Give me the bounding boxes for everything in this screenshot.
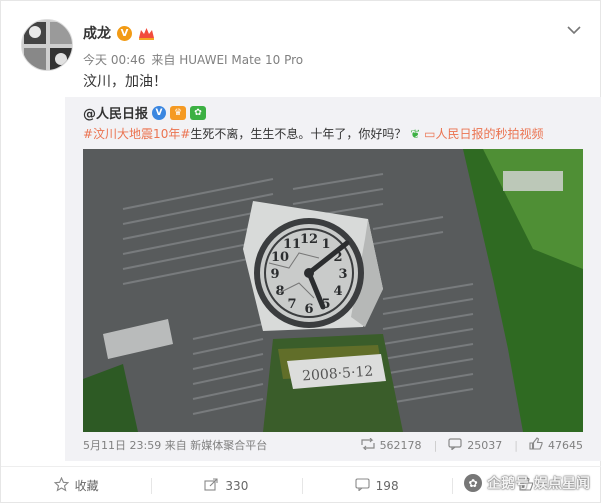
like-count-button[interactable]: | 47645 — [514, 437, 583, 453]
clock-numeral: 4 — [333, 284, 342, 299]
post-meta: 今天 00:46 来自 HUAWEI Mate 10 Pro — [83, 51, 303, 68]
clock-numeral: 7 — [287, 297, 296, 312]
repost-meta: 5月11日 23:59 来自 新媒体聚合平台 — [83, 437, 349, 453]
repost-body: 生死不离，生生不息。十年了，你好吗？ — [190, 127, 407, 141]
comment-icon — [448, 437, 462, 453]
ribbon-badge-icon: ✿ — [190, 105, 207, 120]
reposted-weibo: @人民日报 V ♛ ✿ #汶川大地震10年#生死不离，生生不息。十年了，你好吗？… — [65, 97, 601, 461]
member-badge-icon: ♛ — [170, 105, 187, 120]
repost-icon — [360, 437, 375, 453]
video-icon: ▭ — [424, 127, 436, 141]
favorite-button[interactable]: 收藏 — [1, 467, 151, 503]
divider: | — [514, 438, 518, 452]
clock-numeral: 1 — [321, 237, 330, 252]
comment-button[interactable]: 198 — [301, 467, 452, 503]
topic-link[interactable]: #汶川大地震10年# — [83, 127, 190, 141]
green-ribbon-icon: ❦ — [410, 127, 421, 141]
member-badge-icon[interactable] — [138, 26, 155, 41]
clock-numeral: 8 — [275, 284, 284, 299]
clock-numeral: 9 — [270, 267, 279, 282]
favorite-label: 收藏 — [74, 479, 99, 493]
post-source[interactable]: 来自 HUAWEI Mate 10 Pro — [151, 53, 303, 67]
thumbs-up-icon — [529, 437, 543, 453]
author-line: 成龙 V — [83, 23, 155, 43]
clock-numeral: 3 — [338, 267, 347, 282]
repost-count-button[interactable]: 562178 — [360, 437, 422, 453]
watermark: ✿ 企鹅号 娱点星闻 — [464, 473, 590, 493]
verified-blue-icon: V — [152, 105, 167, 120]
repost-text: #汶川大地震10年#生死不离，生生不息。十年了，你好吗？ ❦ ▭人民日报的秒拍视… — [83, 125, 543, 142]
comment-count: 25037 — [467, 438, 503, 452]
star-icon — [53, 476, 69, 495]
repost-count: 562178 — [379, 438, 422, 452]
clock-numeral: 6 — [304, 302, 313, 317]
watermark-text: 企鹅号 娱点星闻 — [487, 476, 590, 492]
repost-author-name[interactable]: @人民日报 — [83, 103, 148, 122]
repost-footer: 5月11日 23:59 来自 新媒体聚合平台 562178 | 25037 | — [83, 437, 583, 453]
video-link[interactable]: ▭人民日报的秒拍视频 — [424, 127, 543, 141]
post-time[interactable]: 今天 00:46 — [83, 53, 145, 67]
comment-count-button[interactable]: | 25037 — [433, 437, 503, 453]
clock-numeral: 11 — [283, 237, 301, 252]
penguin-logo-icon: ✿ — [464, 474, 483, 492]
repost-icon — [204, 477, 219, 494]
author-name[interactable]: 成龙 — [83, 23, 111, 43]
post-text: 汶川，加油！ — [83, 74, 167, 90]
repost-action-count: 330 — [225, 478, 249, 493]
comment-action-count: 198 — [375, 478, 399, 493]
repost-source[interactable]: 来自 新媒体聚合平台 — [165, 439, 268, 452]
verified-badge-icon[interactable]: V — [117, 25, 132, 41]
chevron-down-icon[interactable] — [566, 21, 582, 35]
clock-numeral: 12 — [300, 232, 318, 247]
comment-icon — [355, 477, 370, 494]
clock-numeral: 10 — [271, 250, 289, 265]
author-avatar[interactable] — [21, 19, 73, 71]
like-count: 47645 — [548, 438, 583, 452]
divider: | — [433, 438, 438, 452]
repost-button[interactable]: 330 — [151, 467, 301, 503]
video-thumbnail[interactable]: 12 1 2 3 4 5 6 7 8 9 10 11 2008·5·12 — [83, 149, 583, 432]
repost-time[interactable]: 5月11日 23:59 — [83, 439, 161, 452]
weibo-post: 成龙 V 今天 00:46 来自 HUAWEI Mate 10 Pro 汶川，加油… — [0, 0, 601, 503]
repost-header: @人民日报 V ♛ ✿ — [83, 103, 207, 122]
video-link-text: 人民日报的秒拍视频 — [435, 127, 544, 141]
